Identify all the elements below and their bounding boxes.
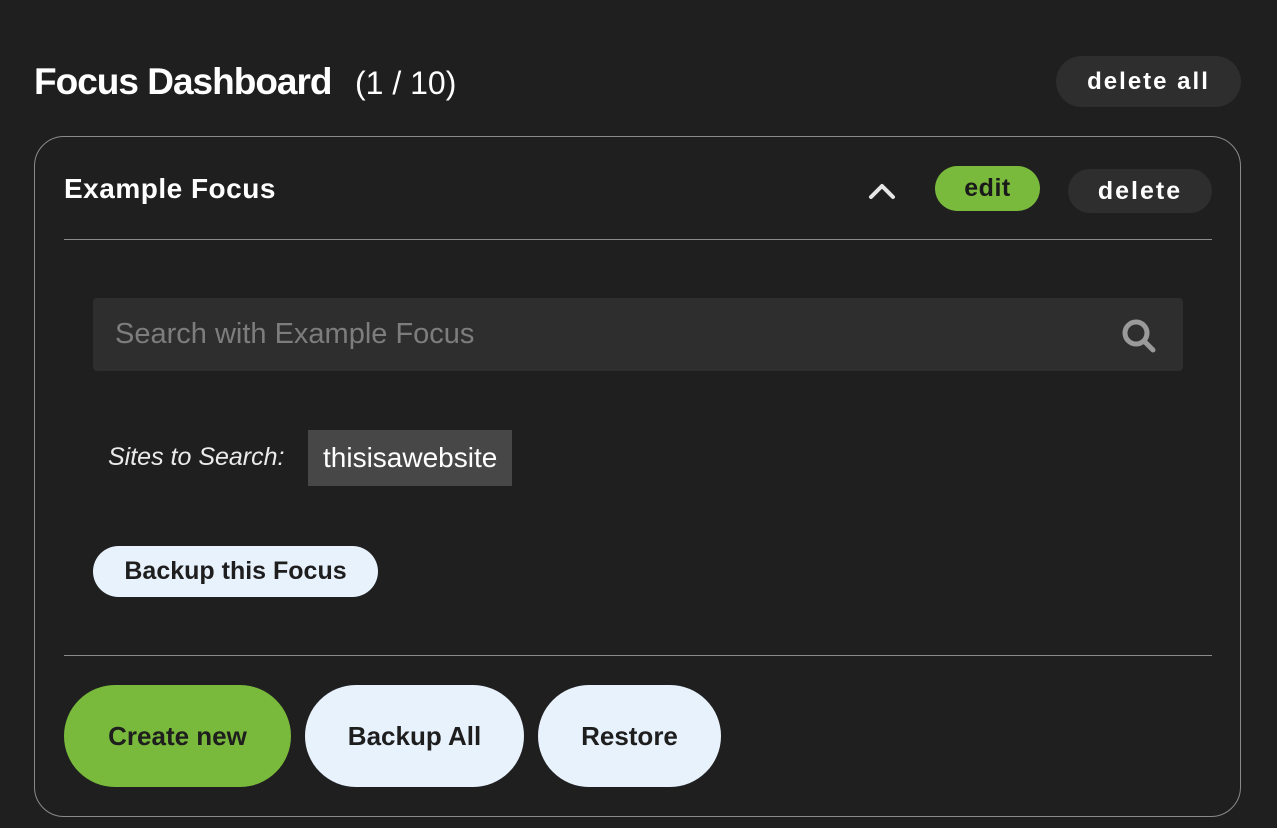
focus-count: (1 / 10) xyxy=(355,65,457,101)
create-new-button[interactable]: Create new xyxy=(64,685,291,787)
backup-all-button[interactable]: Backup All xyxy=(305,685,524,787)
backup-focus-button[interactable]: Backup this Focus xyxy=(93,546,378,597)
search-input[interactable] xyxy=(93,298,1103,371)
divider xyxy=(64,655,1212,656)
focus-card: Example Focus edit delete Sites to Searc… xyxy=(34,136,1241,817)
sites-label: Sites to Search: xyxy=(108,443,285,471)
dashboard-header: Focus Dashboard (1 / 10) delete all xyxy=(34,56,1241,108)
site-chip: thisisawebsite xyxy=(308,430,513,486)
search-icon[interactable] xyxy=(1121,318,1157,354)
page-title: Focus Dashboard xyxy=(34,61,332,102)
chevron-up-icon[interactable] xyxy=(860,171,904,211)
edit-button[interactable]: edit xyxy=(935,166,1040,211)
focus-title: Example Focus xyxy=(64,173,276,204)
restore-button[interactable]: Restore xyxy=(538,685,721,787)
delete-button[interactable]: delete xyxy=(1068,169,1212,213)
search-bar xyxy=(93,298,1183,371)
divider xyxy=(64,239,1212,240)
delete-all-button[interactable]: delete all xyxy=(1056,56,1241,107)
